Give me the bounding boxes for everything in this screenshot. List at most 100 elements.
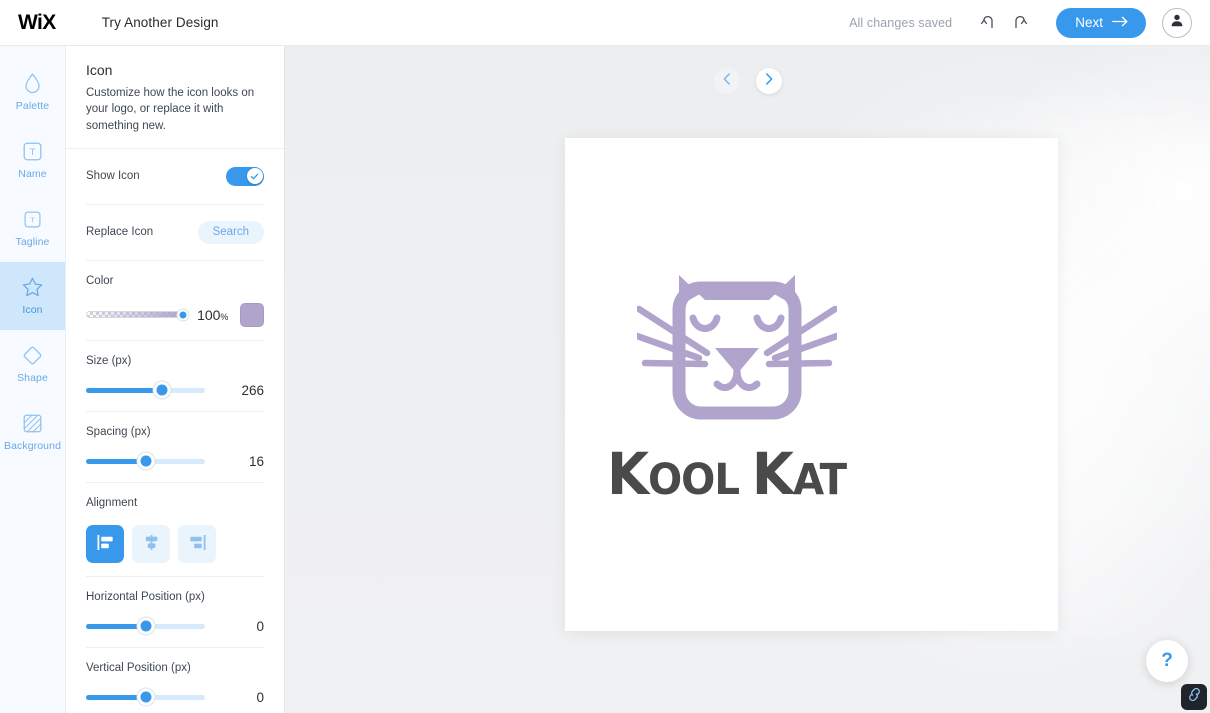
check-icon	[250, 173, 259, 180]
svg-text:T: T	[30, 147, 36, 158]
try-another-design-link[interactable]: Try Another Design	[102, 15, 219, 30]
size-value: 266	[241, 382, 264, 398]
spacing-slider-thumb[interactable]	[137, 452, 154, 470]
sidebar-item-shape[interactable]: Shape	[0, 330, 65, 398]
save-status-text: All changes saved	[849, 15, 953, 30]
design-nav-arrows	[713, 68, 782, 94]
toggle-knob	[246, 168, 263, 185]
sidebar-item-icon[interactable]: Icon	[0, 262, 65, 330]
vertical-position-slider-thumb[interactable]	[137, 688, 154, 706]
star-icon	[22, 276, 44, 298]
size-group: Size (px) 266	[86, 341, 264, 412]
redo-icon	[1010, 15, 1028, 31]
size-slider[interactable]	[86, 381, 205, 399]
horizontal-position-slider-thumb[interactable]	[137, 617, 154, 635]
show-icon-toggle[interactable]	[226, 166, 264, 186]
horizontal-position-slider[interactable]	[86, 617, 205, 635]
chevron-right-icon	[765, 72, 773, 90]
chevron-left-icon	[723, 72, 731, 90]
panel-header: Icon Customize how the icon looks on you…	[66, 46, 284, 149]
vertical-position-value: 0	[256, 689, 264, 705]
align-center-button[interactable]	[132, 524, 170, 563]
alignment-label: Alignment	[86, 496, 138, 509]
sidebar-item-label: Shape	[17, 372, 48, 384]
previous-design-button[interactable]	[713, 68, 740, 94]
spacing-slider-line: 16	[86, 452, 264, 470]
size-slider-line: 266	[86, 381, 264, 399]
sidebar-item-label: Palette	[15, 100, 50, 112]
opacity-slider-thumb[interactable]	[177, 309, 189, 321]
sidebar-item-label: Icon	[22, 304, 43, 316]
vertical-position-group: Vertical Position (px) 0	[86, 648, 264, 713]
sidebar-item-tagline[interactable]: T Tagline	[0, 194, 65, 262]
help-button[interactable]: ?	[1146, 640, 1188, 682]
next-design-button[interactable]	[755, 68, 782, 94]
link-badge-button[interactable]	[1181, 684, 1207, 710]
cat-face-icon[interactable]	[633, 266, 841, 431]
svg-text:T: T	[30, 215, 35, 224]
hatched-square-icon	[22, 412, 44, 434]
sidebar-item-label: Tagline	[15, 236, 50, 248]
spacing-value: 16	[248, 453, 264, 469]
redo-button[interactable]	[1004, 8, 1034, 38]
replace-icon-label: Replace Icon	[86, 226, 154, 239]
droplet-icon	[22, 72, 44, 94]
color-group: Color 100%	[86, 261, 264, 341]
vertical-position-slider[interactable]	[86, 688, 205, 706]
wix-logo-maker-app: WiX Try Another Design All changes saved	[0, 0, 1210, 713]
diamond-icon	[22, 344, 44, 366]
sidebar-item-palette[interactable]: Palette	[0, 58, 65, 126]
logo-text[interactable]: KOOL KAT	[607, 445, 847, 503]
small-text-box-icon: T	[22, 208, 44, 230]
size-label: Size (px)	[86, 354, 132, 367]
sidebar-item-label: Background	[3, 440, 62, 452]
arrow-right-icon	[1112, 15, 1129, 30]
icon-settings-panel: Icon Customize how the icon looks on you…	[66, 46, 285, 713]
sidebar-item-label: Name	[18, 168, 47, 180]
align-left-icon	[96, 534, 115, 554]
vertical-position-slider-line: 0	[86, 688, 264, 706]
spacing-group: Spacing (px) 16	[86, 412, 264, 483]
color-swatch[interactable]	[240, 302, 264, 327]
page-title: Icon	[86, 62, 113, 78]
color-controls: 100%	[86, 302, 264, 327]
logo-preview-canvas: KOOL KAT	[285, 46, 1210, 713]
vertical-position-label: Vertical Position (px)	[86, 661, 191, 674]
spacing-slider[interactable]	[86, 452, 205, 470]
size-slider-fill	[86, 387, 163, 393]
show-icon-label: Show Icon	[86, 170, 140, 183]
next-button-label: Next	[1075, 15, 1103, 30]
avatar[interactable]	[1162, 7, 1192, 38]
link-chain-icon	[1187, 687, 1202, 707]
undo-icon	[980, 15, 998, 31]
color-label: Color	[86, 274, 114, 287]
show-icon-row: Show Icon	[86, 149, 264, 205]
opacity-value: 100%	[197, 307, 228, 323]
search-button[interactable]: Search	[197, 220, 264, 244]
align-center-icon	[142, 534, 161, 554]
logo-card[interactable]: KOOL KAT	[565, 138, 1058, 631]
horizontal-position-value: 0	[256, 618, 264, 634]
horizontal-position-label: Horizontal Position (px)	[86, 590, 205, 603]
undo-button[interactable]	[974, 8, 1004, 38]
align-left-button[interactable]	[86, 524, 124, 563]
spacing-label: Spacing (px)	[86, 425, 151, 438]
wix-logo[interactable]: WiX	[18, 12, 56, 33]
align-right-icon	[188, 534, 207, 554]
sidebar-item-background[interactable]: Background	[0, 398, 65, 466]
logo-content: KOOL KAT	[607, 266, 847, 503]
replace-icon-row: Replace Icon Search	[86, 205, 264, 261]
opacity-slider[interactable]	[86, 309, 189, 321]
align-right-button[interactable]	[178, 524, 216, 563]
size-slider-thumb[interactable]	[153, 381, 171, 399]
text-box-icon: T	[22, 140, 44, 162]
sidebar-item-name[interactable]: T Name	[0, 126, 65, 194]
top-bar: WiX Try Another Design All changes saved	[0, 0, 1210, 46]
opacity-number: 100	[197, 306, 221, 323]
horizontal-position-group: Horizontal Position (px) 0	[86, 577, 264, 648]
opacity-unit: %	[220, 311, 229, 322]
left-rail-nav: Palette T Name T Tagline Icon Shape Back…	[0, 46, 66, 713]
horizontal-position-slider-line: 0	[86, 617, 264, 635]
next-button[interactable]: Next	[1056, 7, 1146, 38]
panel-body: Show Icon Replace Icon Search Color 100%…	[66, 149, 284, 713]
